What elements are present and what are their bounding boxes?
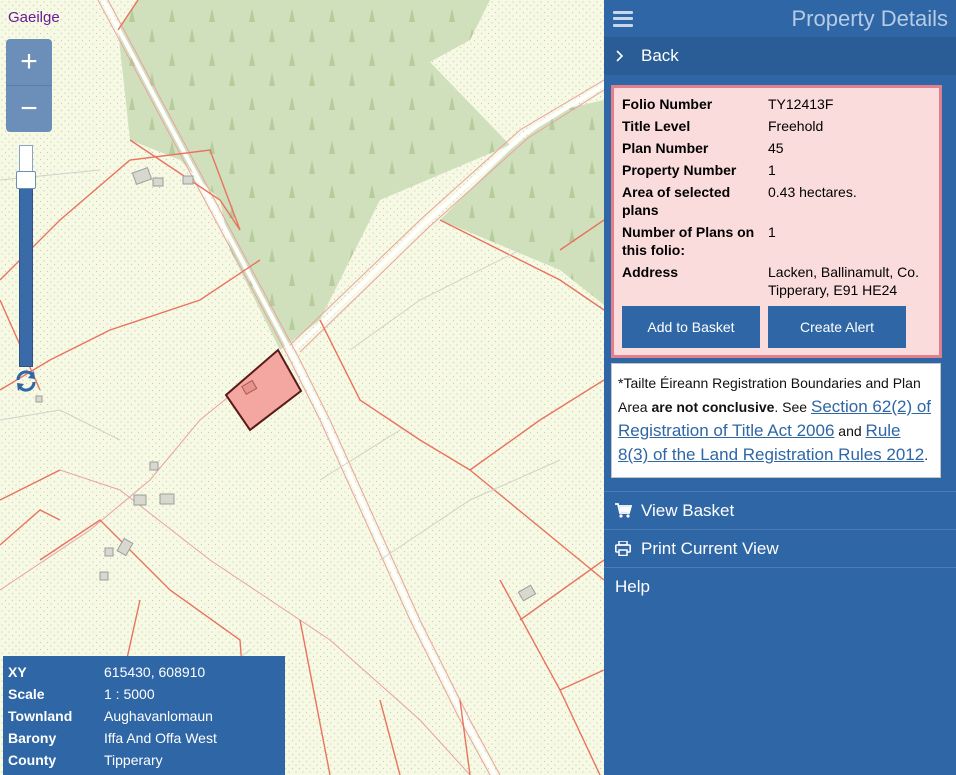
panel-menu: View Basket Print Current View Help (604, 491, 956, 605)
map-canvas[interactable]: Gaeilge + − XY 615430, 608910 Scale 1 : 50… (0, 0, 604, 775)
print-current-view-button[interactable]: Print Current View (604, 529, 956, 567)
side-panel: Property Details Back Folio Number TY124… (604, 0, 956, 775)
hamburger-icon[interactable] (613, 10, 633, 27)
folio-number-value: TY12413F (768, 96, 834, 112)
detail-row-area: Area of selected plans 0.43 hectares. (622, 184, 857, 218)
add-to-basket-button[interactable]: Add to Basket (622, 306, 760, 348)
create-alert-button[interactable]: Create Alert (768, 306, 906, 348)
detail-row-title-level: Title Level Freehold (622, 118, 824, 134)
help-button[interactable]: Help (604, 567, 956, 605)
detail-row-plan: Plan Number 45 (622, 140, 784, 156)
info-row-townland: Townland Aughavanlomaun (8, 708, 213, 724)
property-details-card: Folio Number TY12413F Title Level Freeho… (611, 85, 942, 358)
disclaimer-note: *Tailte Éireann Registration Boundaries … (611, 363, 941, 478)
detail-row-folio: Folio Number TY12413F (622, 95, 931, 113)
language-toggle-link[interactable]: Gaeilge (8, 9, 60, 26)
refresh-icon[interactable] (14, 369, 38, 393)
detail-row-property: Property Number 1 (622, 162, 776, 178)
zoom-out-button[interactable]: − (6, 85, 52, 131)
zoom-in-button[interactable]: + (6, 39, 52, 85)
panel-header: Property Details (604, 0, 956, 37)
detail-row-num-plans: Number of Plans on this folio: 1 (622, 224, 776, 258)
detail-row-address: Address Lacken, Ballinamult, Co. Tippera… (622, 264, 919, 298)
panel-title: Property Details (791, 5, 948, 31)
back-button[interactable]: Back (604, 37, 956, 75)
zoom-slider-handle[interactable] (16, 171, 36, 189)
chevron-right-icon (615, 50, 637, 62)
printer-icon (615, 541, 637, 556)
info-row-county: County Tipperary (8, 752, 163, 768)
zoom-control: + − (6, 39, 52, 132)
view-basket-button[interactable]: View Basket (604, 491, 956, 529)
info-row-barony: Barony Iffa And Offa West (8, 730, 217, 746)
map-location-info: XY 615430, 608910 Scale 1 : 5000 Townland A… (3, 656, 285, 775)
info-row-scale: Scale 1 : 5000 (8, 686, 155, 702)
info-row-xy: XY 615430, 608910 (8, 664, 206, 680)
back-label: Back (641, 46, 679, 65)
cart-icon (615, 503, 637, 518)
